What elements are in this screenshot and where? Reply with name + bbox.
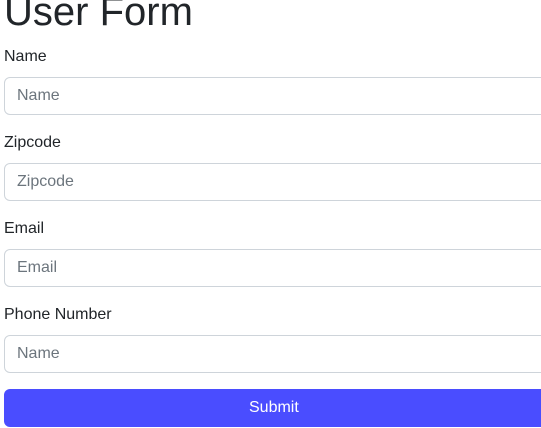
submit-button[interactable]: Submit xyxy=(4,389,541,427)
name-input[interactable] xyxy=(4,77,541,115)
phone-number-label: Phone Number xyxy=(4,306,112,323)
email-input[interactable] xyxy=(4,249,541,287)
name-label: Name xyxy=(4,48,47,65)
zipcode-label: Zipcode xyxy=(4,134,61,151)
user-form-page: User Form Name Zipcode Email Phone Numbe… xyxy=(0,0,541,428)
page-title: User Form xyxy=(4,0,193,34)
submit-button-label: Submit xyxy=(249,399,299,416)
phone-number-input[interactable] xyxy=(4,335,541,373)
email-label: Email xyxy=(4,220,45,237)
zipcode-input[interactable] xyxy=(4,163,541,201)
